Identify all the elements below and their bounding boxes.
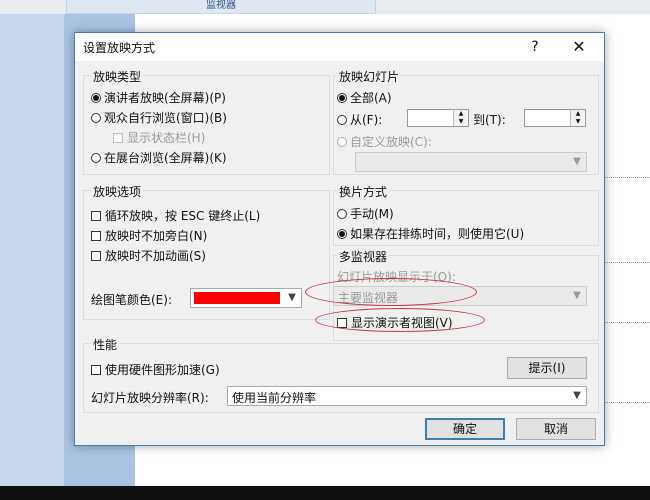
performance-title: 性能 [91, 336, 120, 353]
taskbar [0, 486, 650, 500]
custom-show-dropdown: ▼ [355, 152, 587, 172]
to-slide-spinner[interactable]: ▲ ▼ [524, 109, 586, 127]
chevron-down-icon[interactable]: ▼ [283, 289, 301, 307]
radio-button[interactable] [91, 152, 101, 163]
show-type-title: 放映类型 [91, 68, 144, 85]
chevron-down-icon: ▼ [573, 156, 581, 167]
resolution-label: 幻灯片放映分辨率(R): [91, 391, 209, 405]
chevron-down-icon: ▼ [573, 290, 581, 301]
guide-line [600, 402, 650, 403]
radio-use-timings[interactable]: 如果存在排练时间，则使用它(U) [337, 225, 524, 242]
dialog-titlebar: 设置放映方式 ? ✕ [75, 33, 604, 61]
ribbon-monitor-button[interactable]: 监视器 [66, 0, 376, 14]
ribbon-bar: 监视器 [0, 0, 650, 14]
resolution-dropdown[interactable]: 使用当前分辨率 ▼ [227, 386, 587, 406]
radio-presenter[interactable]: 演讲者放映(全屏幕)(P) [91, 89, 226, 106]
checkbox-no-animation[interactable]: 放映时不加动画(S) [91, 247, 206, 264]
ok-button[interactable]: 确定 [425, 418, 505, 440]
guide-line [600, 262, 650, 263]
pen-color-label: 绘图笔颜色(E): [91, 293, 172, 307]
radio-individual[interactable]: 观众自行浏览(窗口)(B) [91, 109, 227, 126]
chevron-down-icon[interactable]: ▼ [568, 387, 586, 405]
to-label: 到(T): [473, 113, 506, 127]
checkbox[interactable] [91, 210, 101, 221]
checkbox-show-status-bar: 显示状态栏(H) [113, 129, 205, 146]
radio-button [337, 136, 347, 147]
multi-monitor-title: 多监视器 [337, 248, 390, 265]
radio-custom-show: 自定义放映(C): [337, 133, 432, 150]
radio-button[interactable] [91, 112, 101, 123]
guide-line [600, 177, 650, 178]
radio-button[interactable] [337, 228, 347, 239]
set-up-show-dialog: 设置放映方式 ? ✕ 放映类型 演讲者放映(全屏幕)(P) 观众自行浏览(窗口)… [74, 32, 605, 446]
tips-button[interactable]: 提示(I) [507, 357, 587, 379]
radio-from[interactable]: 从(F): [337, 111, 382, 128]
checkbox-hardware-acceleration[interactable]: 使用硬件图形加速(G) [91, 361, 220, 378]
show-slides-title: 放映幻灯片 [337, 68, 402, 85]
checkbox-loop[interactable]: 循环放映，按 ESC 键终止(L) [91, 207, 260, 224]
slide-panel-strip [0, 14, 64, 486]
close-button[interactable]: ✕ [567, 36, 591, 58]
cancel-button[interactable]: 取消 [516, 418, 596, 440]
help-button[interactable]: ? [524, 36, 546, 58]
checkbox-no-narration[interactable]: 放映时不加旁白(N) [91, 227, 207, 244]
checkbox[interactable] [91, 230, 101, 241]
radio-all-slides[interactable]: 全部(A) [337, 89, 392, 106]
spinner-arrows[interactable]: ▲ ▼ [570, 110, 585, 126]
highlight-oval-presenter-view [315, 308, 485, 332]
resolution-value: 使用当前分辨率 [232, 391, 317, 405]
radio-button[interactable] [337, 92, 347, 103]
highlight-oval-monitor [305, 278, 477, 306]
radio-button[interactable] [337, 114, 347, 125]
radio-kiosk[interactable]: 在展台浏览(全屏幕)(K) [91, 149, 227, 166]
dialog-title: 设置放映方式 [83, 41, 156, 55]
pen-color-swatch [194, 292, 280, 304]
show-options-title: 放映选项 [91, 183, 144, 200]
radio-manual[interactable]: 手动(M) [337, 205, 394, 222]
advance-slides-title: 换片方式 [337, 183, 390, 200]
radio-button[interactable] [337, 208, 347, 219]
pen-color-picker[interactable]: ▼ [190, 288, 302, 308]
radio-button[interactable] [91, 92, 101, 103]
checkbox [113, 132, 123, 143]
spinner-arrows[interactable]: ▲ ▼ [453, 110, 468, 126]
checkbox[interactable] [91, 364, 101, 375]
from-slide-spinner[interactable]: ▲ ▼ [407, 109, 469, 127]
checkbox[interactable] [91, 250, 101, 261]
guide-line [600, 322, 650, 323]
